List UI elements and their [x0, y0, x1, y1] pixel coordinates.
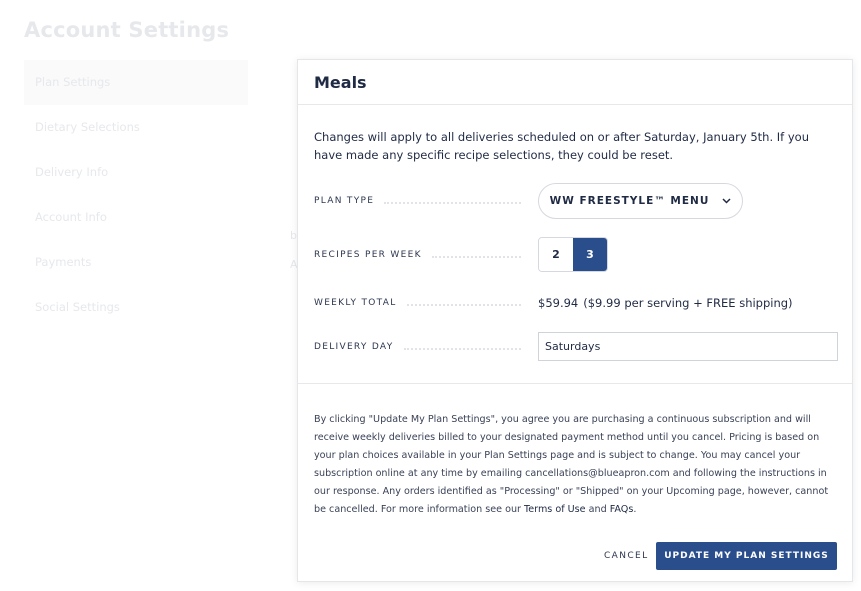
- terms-text: By clicking "Update My Plan Settings", y…: [314, 414, 829, 515]
- weekly-total-label: WEEKLY TOTAL: [314, 298, 397, 308]
- settings-sidebar: Plan Settings Dietary Selections Deliver…: [24, 60, 248, 330]
- leader-dots: [406, 304, 521, 306]
- plan-type-value: WW FREESTYLE™ MENU: [549, 195, 710, 207]
- modal-title: Meals: [314, 72, 367, 92]
- plan-type-label: PLAN TYPE: [314, 196, 375, 206]
- leader-dots: [403, 347, 521, 350]
- terms-end-text: .: [633, 504, 637, 515]
- sidebar-item-account-info[interactable]: Account Info: [24, 195, 248, 240]
- modal-divider: [298, 383, 852, 384]
- plan-type-row: PLAN TYPE WW FREESTYLE™ MENU: [314, 183, 839, 219]
- leader-dots: [384, 202, 521, 204]
- subscription-terms: By clicking "Update My Plan Settings", y…: [314, 411, 829, 519]
- plan-type-dropdown[interactable]: WW FREESTYLE™ MENU: [538, 183, 743, 219]
- delivery-day-select[interactable]: Saturdays: [538, 332, 838, 361]
- recipes-per-week-row: RECIPES PER WEEK 2 3: [314, 237, 839, 272]
- weekly-total-detail: ($9.99 per serving + FREE shipping): [583, 296, 793, 310]
- page-title: Account Settings: [24, 18, 230, 42]
- recipes-option-3[interactable]: 3: [573, 238, 607, 271]
- weekly-total-price: $59.94: [538, 296, 579, 310]
- delivery-day-label: DELIVERY DAY: [314, 341, 394, 352]
- background-text-fragment: b: [290, 229, 297, 242]
- sidebar-item-dietary-selections[interactable]: Dietary Selections: [24, 105, 248, 150]
- meals-modal: Meals Changes will apply to all deliveri…: [297, 59, 853, 582]
- delivery-day-row: DELIVERY DAY Saturdays: [314, 332, 839, 361]
- modal-header: Meals: [298, 60, 852, 105]
- cancel-button[interactable]: CANCEL: [604, 551, 649, 561]
- update-plan-settings-button[interactable]: UPDATE MY PLAN SETTINGS: [656, 542, 837, 570]
- recipes-per-week-label: RECIPES PER WEEK: [314, 249, 422, 260]
- sidebar-item-delivery-info[interactable]: Delivery Info: [24, 150, 248, 195]
- weekly-total-row: WEEKLY TOTAL $59.94 ($9.99 per serving + …: [314, 296, 839, 310]
- sidebar-item-plan-settings[interactable]: Plan Settings: [24, 60, 248, 105]
- change-notice: Changes will apply to all deliveries sch…: [314, 130, 809, 162]
- weekly-total-value: $59.94 ($9.99 per serving + FREE shipping…: [538, 296, 793, 310]
- chevron-down-icon: [721, 196, 731, 206]
- sidebar-item-social-settings[interactable]: Social Settings: [24, 285, 248, 330]
- recipes-option-2[interactable]: 2: [539, 238, 573, 271]
- sidebar-item-payments[interactable]: Payments: [24, 240, 248, 285]
- terms-of-use-link[interactable]: Terms of Use: [524, 504, 586, 515]
- leader-dots: [431, 255, 521, 258]
- terms-and-text: and: [585, 504, 610, 515]
- faqs-link[interactable]: FAQs: [610, 504, 634, 515]
- recipes-per-week-selector: 2 3: [538, 237, 608, 272]
